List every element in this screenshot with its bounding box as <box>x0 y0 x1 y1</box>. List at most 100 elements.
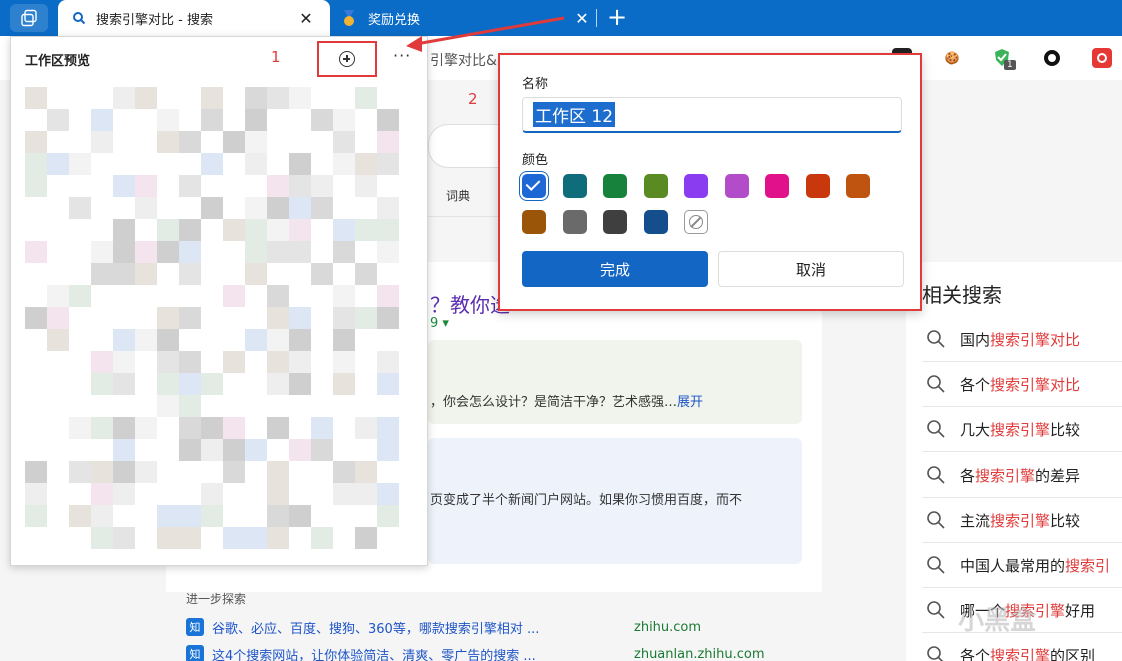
cancel-button[interactable]: 取消 <box>718 251 904 287</box>
preview-pixel <box>289 505 311 527</box>
preview-pixel <box>267 417 289 439</box>
preview-pixel <box>245 131 267 153</box>
preview-pixel <box>267 307 289 329</box>
preview-pixel <box>245 263 267 285</box>
preview-pixel <box>201 109 223 131</box>
preview-pixel <box>333 219 355 241</box>
explore-item[interactable]: 知 谷歌、必应、百度、搜狗、360等，哪款搜索引擎相对 ... zhihu.co… <box>186 617 701 637</box>
expand-link[interactable]: 展开 <box>677 395 703 410</box>
preview-pixel <box>355 483 377 505</box>
preview-pixel <box>245 527 267 549</box>
workspaces-icon <box>21 9 37 27</box>
color-swatch[interactable] <box>643 210 668 234</box>
preview-pixel <box>333 285 355 307</box>
add-workspace-button[interactable] <box>317 41 377 77</box>
preview-pixel <box>91 461 113 483</box>
preview-pixel <box>69 197 91 219</box>
preview-pixel <box>25 461 47 483</box>
cookie-icon[interactable]: 🍪 <box>942 48 962 68</box>
preview-pixel <box>267 241 289 263</box>
preview-pixel <box>223 351 245 373</box>
search-icon <box>926 465 946 485</box>
tab-search[interactable]: 搜索引擎对比 - 搜索 ✕ <box>58 0 330 36</box>
preview-pixel <box>135 461 157 483</box>
preview-pixel <box>289 197 311 219</box>
preview-pixel <box>333 461 355 483</box>
preview-pixel <box>113 219 135 241</box>
preview-pixel <box>333 373 355 395</box>
explore-link[interactable]: 这4个搜索网站，让你体验简洁、清爽、零广告的搜索 ... <box>212 645 632 661</box>
explore-link[interactable]: 谷歌、必应、百度、搜狗、360等，哪款搜索引擎相对 ... <box>212 618 632 637</box>
workspaces-button[interactable] <box>10 4 48 32</box>
preview-pixel <box>355 175 377 197</box>
preview-pixel <box>113 417 135 439</box>
close-icon[interactable]: ✕ <box>296 9 316 28</box>
tab-dictionary[interactable]: 词典 <box>446 187 470 204</box>
preview-pixel <box>377 439 399 461</box>
color-swatch[interactable] <box>603 174 627 198</box>
tab-title: 搜索引擎对比 - 搜索 <box>96 12 213 28</box>
preview-pixel <box>157 109 179 131</box>
preview-pixel <box>157 395 179 417</box>
preview-pixel <box>377 307 399 329</box>
color-swatch[interactable] <box>643 174 668 198</box>
preview-pixel <box>377 351 399 373</box>
related-item[interactable]: 中国人最常用的搜索引 <box>922 543 1122 588</box>
preview-pixel <box>289 241 311 263</box>
preview-pixel <box>179 439 201 461</box>
color-swatch[interactable] <box>522 174 546 198</box>
related-item[interactable]: 主流搜索引擎比较 <box>922 498 1122 543</box>
color-swatch[interactable] <box>846 174 870 198</box>
color-swatch[interactable] <box>765 174 789 198</box>
preview-pixel <box>333 351 355 373</box>
related-item[interactable]: 各搜索引擎的差异 <box>922 453 1122 498</box>
preview-pixel <box>289 351 311 373</box>
preview-pixel <box>25 483 47 505</box>
preview-pixel <box>267 219 289 241</box>
preview-pixel <box>113 263 135 285</box>
search-icon <box>926 600 946 620</box>
color-swatch[interactable] <box>562 210 587 234</box>
preview-pixel <box>267 175 289 197</box>
preview-pixel <box>267 527 289 549</box>
color-swatch[interactable] <box>603 210 627 234</box>
panel-title: 工作区预览 <box>25 54 91 69</box>
preview-pixel <box>267 505 289 527</box>
color-swatch[interactable] <box>522 210 546 234</box>
preview-pixel <box>311 417 333 439</box>
color-swatch[interactable] <box>684 174 708 198</box>
related-item[interactable]: 几大搜索引擎比较 <box>922 407 1122 452</box>
related-item[interactable]: 各个搜索引擎的区别 <box>922 633 1122 661</box>
preview-pixel <box>289 373 311 395</box>
name-value: 工作区 12 <box>533 102 616 127</box>
shield-extension-icon[interactable]: 1 <box>992 48 1016 70</box>
preview-pixel <box>267 461 289 483</box>
explore-item[interactable]: 知 这4个搜索网站，让你体验简洁、清爽、零广告的搜索 ... zhuanlan.… <box>186 644 765 661</box>
preview-pixel <box>201 483 223 505</box>
done-button[interactable]: 完成 <box>522 251 708 287</box>
preview-pixel <box>179 505 201 527</box>
preview-pixel <box>355 219 377 241</box>
preview-pixel <box>377 153 399 175</box>
snippet-box <box>428 340 802 424</box>
workspace-name-input[interactable]: 工作区 12 <box>522 97 902 133</box>
color-swatch[interactable] <box>805 174 830 198</box>
preview-pixel <box>91 109 113 131</box>
no-color-swatch[interactable] <box>684 210 708 234</box>
color-swatch[interactable] <box>562 174 587 198</box>
ring-icon[interactable] <box>1042 48 1062 68</box>
preview-pixel <box>25 87 47 109</box>
search-box[interactable] <box>428 124 500 168</box>
preview-pixel <box>333 329 355 351</box>
preview-pixel <box>157 351 179 373</box>
related-item[interactable]: 国内搜索引擎对比 <box>922 317 1122 362</box>
preview-pixel <box>377 417 399 439</box>
preview-pixel <box>311 263 333 285</box>
preview-pixel <box>377 373 399 395</box>
color-swatch[interactable] <box>724 174 749 198</box>
settings-extension-icon[interactable] <box>1092 48 1112 68</box>
preview-pixel <box>223 131 245 153</box>
related-item[interactable]: 各个搜索引擎对比 <box>922 362 1122 407</box>
preview-pixel <box>69 505 91 527</box>
new-tab-button[interactable]: + <box>604 3 630 33</box>
